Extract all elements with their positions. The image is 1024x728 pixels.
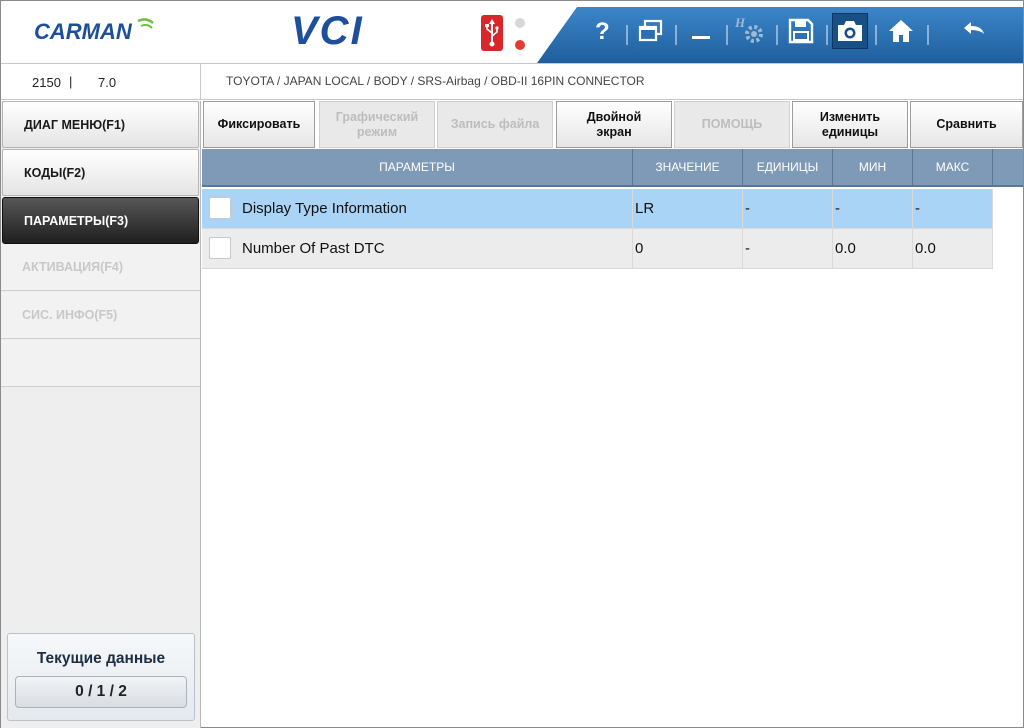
graph-mode-button: Графический режим [319, 101, 435, 148]
sidebar-item-label: СИС. ИНФО(F5) [22, 308, 118, 322]
freeze-button[interactable]: Фиксировать [203, 101, 315, 148]
windows-icon[interactable] [633, 13, 669, 49]
toolbar-divider [875, 25, 877, 45]
sidebar-item-label: АКТИВАЦИЯ(F4) [22, 260, 124, 274]
column-header-units: ЕДИНИЦЫ [743, 149, 833, 185]
param-unit: - [743, 189, 833, 229]
minimize-icon[interactable] [683, 13, 719, 49]
sidebar-item-label: ПАРАМЕТРЫ(F3) [24, 214, 129, 228]
table-row[interactable]: Number Of Past DTC 0 - 0.0 0.0 [202, 229, 993, 269]
version-secondary: 7.0 [98, 75, 117, 90]
camera-icon[interactable] [832, 13, 868, 49]
dual-screen-button[interactable]: Двойной экран [556, 101, 672, 148]
change-units-button[interactable]: Изменить единицы [792, 101, 908, 148]
app-window: CARMAN VCI ? H 2150 | 7.0 TOYOTA / JAPAN… [0, 0, 1024, 728]
sidebar-item-label: КОДЫ(F2) [24, 166, 86, 180]
compare-button[interactable]: Сравнить [910, 101, 1023, 148]
column-header-min: МИН [833, 149, 913, 185]
help-icon[interactable]: ? [584, 13, 620, 49]
back-icon[interactable] [956, 13, 992, 49]
param-name: Display Type Information [240, 189, 633, 229]
toolbar-divider [776, 25, 778, 45]
info-bar: 2150 | 7.0 TOYOTA / JAPAN LOCAL / BODY /… [1, 64, 1023, 100]
save-icon[interactable] [783, 13, 819, 49]
home-icon[interactable] [883, 13, 919, 49]
column-header-value: ЗНАЧЕНИЕ [633, 149, 743, 185]
toolbar-divider [626, 25, 628, 45]
help-button: ПОМОЩЬ [674, 101, 790, 148]
usb-connection-icon [481, 15, 503, 51]
sidebar-item-empty [1, 340, 200, 387]
toolbar-divider [675, 25, 677, 45]
param-max: 0.0 [913, 229, 993, 269]
sidebar-item-diag-menu[interactable]: ДИАГ МЕНЮ(F1) [2, 101, 199, 148]
param-value: LR [633, 189, 743, 229]
param-min: - [833, 189, 913, 229]
function-bar: Фиксировать Графический режим Запись фай… [203, 101, 1023, 149]
app-title: VCI [291, 9, 364, 53]
version-box: 2150 | 7.0 [1, 64, 201, 100]
current-data-count: 0 / 1 / 2 [15, 676, 187, 708]
column-header-max: МАКС [913, 149, 993, 185]
table-row[interactable]: Display Type Information LR - - - [202, 189, 993, 229]
version-number: 2150 [32, 75, 61, 90]
toolbar-divider [726, 25, 728, 45]
table-header: ПАРАМЕТРЫ ЗНАЧЕНИЕ ЕДИНИЦЫ МИН МАКС [202, 149, 1023, 187]
current-data-title: Текущие данные [36, 650, 166, 667]
carman-logo: CARMAN [34, 18, 154, 44]
row-checkbox[interactable] [209, 197, 231, 219]
svg-text:CARMAN: CARMAN [34, 19, 133, 44]
svg-text:H: H [735, 16, 746, 30]
sidebar-item-codes[interactable]: КОДЫ(F2) [2, 149, 199, 196]
status-led-gray [515, 18, 525, 28]
status-led-red [515, 40, 525, 50]
toolbar-divider [826, 25, 828, 45]
param-unit: - [743, 229, 833, 269]
settings-icon: H [733, 13, 769, 49]
breadcrumb: TOYOTA / JAPAN LOCAL / BODY / SRS-Airbag… [226, 74, 645, 88]
sidebar-item-label: ДИАГ МЕНЮ(F1) [24, 118, 126, 132]
app-header: CARMAN VCI ? H [1, 1, 1023, 64]
sidebar-item-activation: АКТИВАЦИЯ(F4) [1, 244, 200, 291]
param-max: - [913, 189, 993, 229]
record-file-button: Запись файла [437, 101, 553, 148]
param-name: Number Of Past DTC [240, 229, 633, 269]
sidebar-item-sys-info: СИС. ИНФО(F5) [1, 292, 200, 339]
column-header-parameters: ПАРАМЕТРЫ [202, 149, 633, 185]
version-separator: | [69, 74, 73, 89]
param-value: 0 [633, 229, 743, 269]
toolbar-divider [927, 25, 929, 45]
sidebar: ДИАГ МЕНЮ(F1) КОДЫ(F2) ПАРАМЕТРЫ(F3) АКТ… [1, 101, 201, 728]
sidebar-item-parameters[interactable]: ПАРАМЕТРЫ(F3) [2, 197, 199, 244]
param-min: 0.0 [833, 229, 913, 269]
current-data-panel: Текущие данные 0 / 1 / 2 [7, 633, 195, 721]
row-checkbox[interactable] [209, 237, 231, 259]
svg-text:?: ? [595, 18, 610, 44]
